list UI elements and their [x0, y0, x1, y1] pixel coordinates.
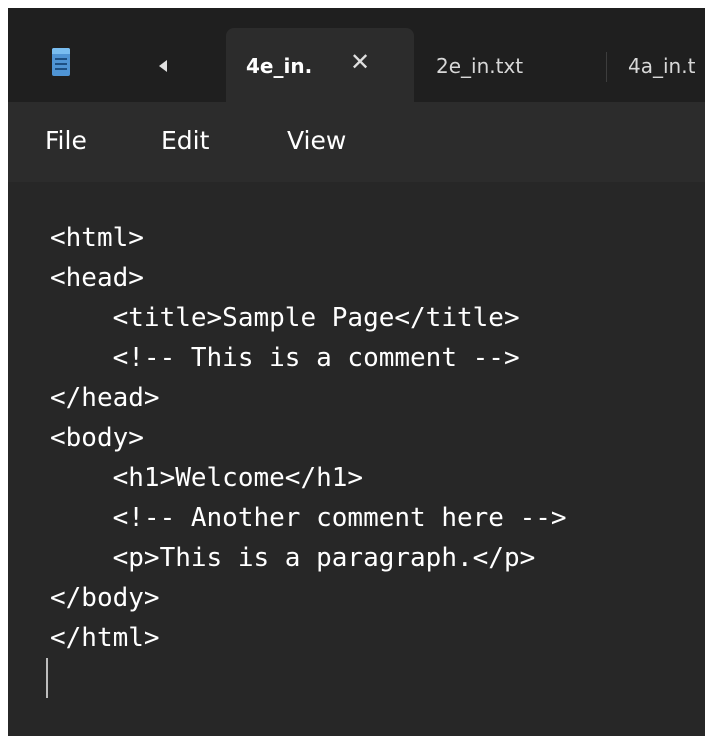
tab-4e-in[interactable]: 4e_in. ✕	[226, 28, 414, 102]
code-line: </head>	[50, 383, 160, 413]
code-line: </body>	[50, 583, 160, 613]
notepad-window: 4e_in. ✕ 2e_in.txt 4a_in.t File Edit Vie…	[8, 8, 705, 736]
title-bar: 4e_in. ✕ 2e_in.txt 4a_in.t	[8, 8, 705, 102]
chevron-left-icon[interactable]	[159, 60, 167, 72]
code-line: <!-- Another comment here -->	[50, 503, 567, 533]
code-line: <!-- This is a comment -->	[50, 343, 520, 373]
tab-label: 4e_in.	[246, 54, 313, 78]
text-caret	[46, 658, 48, 698]
code-line: <html>	[50, 223, 144, 253]
menu-edit[interactable]: Edit	[161, 126, 209, 155]
text-editor[interactable]: <html> <head> <title>Sample Page</title>…	[8, 182, 705, 736]
tab-4a-in[interactable]: 4a_in.t	[628, 54, 695, 78]
code-line: <p>This is a paragraph.</p>	[50, 543, 536, 573]
code-line: <body>	[50, 423, 144, 453]
code-line: <head>	[50, 263, 144, 293]
tab-divider	[606, 52, 607, 82]
menu-file[interactable]: File	[45, 126, 87, 155]
menu-view[interactable]: View	[287, 126, 346, 155]
code-line: </html>	[50, 623, 160, 653]
code-line: <title>Sample Page</title>	[50, 303, 520, 333]
menu-bar: File Edit View	[8, 102, 705, 182]
close-icon[interactable]: ✕	[350, 50, 370, 74]
tab-2e-in[interactable]: 2e_in.txt	[436, 54, 523, 78]
notepad-icon	[52, 48, 70, 76]
code-line: <h1>Welcome</h1>	[50, 463, 364, 493]
